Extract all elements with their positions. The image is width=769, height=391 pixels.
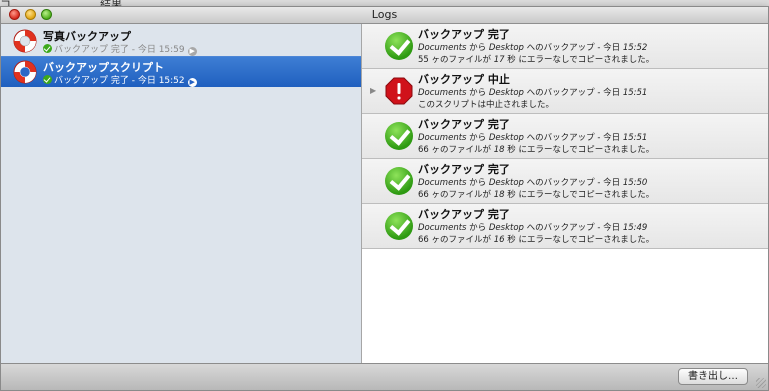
log-entry-detail: このスクリプトは中止されました。 — [418, 100, 555, 110]
log-entry-title: バックアップ 中止 — [418, 73, 510, 86]
backup-text: へのバックアップ - 今日 — [523, 43, 623, 53]
check-icon — [43, 75, 52, 84]
disclosure-triangle-icon[interactable]: ▶ — [370, 86, 376, 95]
log-entry-summary: Documents から Desktop へのバックアップ - 今日 15:52 — [418, 41, 647, 53]
detail-seconds: 17 — [493, 55, 505, 65]
log-entry[interactable]: バックアップ 完了 Documents から Desktop へのバックアップ … — [362, 159, 768, 204]
detail-seconds: 18 — [493, 145, 505, 155]
script-item-photo-backup[interactable]: 写真バックアップ バックアップ 完了 - 今日 15:59 ▶ — [1, 26, 361, 56]
log-entry-summary: Documents から Desktop へのバックアップ - 今日 15:50 — [418, 176, 647, 188]
detail-count: 66 ヶのファイルが — [418, 145, 494, 155]
log-entry-title: バックアップ 完了 — [418, 118, 510, 131]
log-entry-detail: 55 ヶのファイルが 17 秒 にエラーなしでコピーされました。 — [418, 53, 654, 65]
detail-result: 秒 にエラーなしでコピーされました。 — [504, 235, 655, 245]
script-item-backup-script[interactable]: バックアップスクリプト バックアップ 完了 - 今日 15:52 ▶ — [1, 56, 361, 87]
entry-time: 15:50 — [622, 178, 648, 188]
entry-time: 15:51 — [622, 133, 648, 143]
arrow-right-icon[interactable]: ▶ — [187, 78, 197, 87]
script-status-text: バックアップ 完了 - 今日 15:59 — [54, 45, 185, 55]
dest-folder: Desktop — [488, 43, 524, 53]
log-entry[interactable]: バックアップ 完了 Documents から Desktop へのバックアップ … — [362, 204, 768, 249]
entry-time: 15:52 — [622, 43, 648, 53]
log-entry-title: バックアップ 完了 — [418, 163, 510, 176]
from-text: から — [466, 133, 489, 143]
logs-window: Logs 写真バックアップ バックアップ 完了 - 今日 15:59 ▶ バック… — [0, 6, 769, 391]
dest-folder: Desktop — [488, 88, 524, 98]
log-entry-title: バックアップ 完了 — [418, 208, 510, 221]
source-folder: Documents — [418, 133, 467, 143]
entry-time: 15:49 — [622, 223, 648, 233]
check-icon — [385, 212, 413, 240]
log-entry-detail: 66 ヶのファイルが 18 秒 にエラーなしでコピーされました。 — [418, 188, 654, 200]
detail-result: 秒 にエラーなしでコピーされました。 — [504, 55, 655, 65]
entry-time: 15:51 — [622, 88, 648, 98]
export-button[interactable]: 書き出し… — [678, 368, 748, 385]
source-folder: Documents — [418, 88, 467, 98]
from-text: から — [466, 223, 489, 233]
dest-folder: Desktop — [488, 133, 524, 143]
script-list[interactable]: 写真バックアップ バックアップ 完了 - 今日 15:59 ▶ バックアップスクリ… — [1, 24, 362, 364]
log-entries-pane[interactable]: バックアップ 完了 Documents から Desktop へのバックアップ … — [362, 24, 768, 364]
from-text: から — [466, 88, 489, 98]
dest-folder: Desktop — [488, 223, 524, 233]
source-folder: Documents — [418, 43, 467, 53]
dest-folder: Desktop — [488, 178, 524, 188]
from-text: から — [466, 178, 489, 188]
check-icon — [385, 167, 413, 195]
backup-text: へのバックアップ - 今日 — [523, 178, 623, 188]
resize-grip-icon[interactable] — [756, 378, 766, 388]
script-status: バックアップ 完了 - 今日 15:59 ▶ — [43, 42, 197, 56]
log-entry[interactable]: ▶ バックアップ 中止 Documents から Desktop へのバックアッ… — [362, 69, 768, 114]
log-entry-title: バックアップ 完了 — [418, 28, 510, 41]
check-icon — [385, 122, 413, 150]
detail-result: 秒 にエラーなしでコピーされました。 — [504, 145, 655, 155]
log-entry[interactable]: バックアップ 完了 Documents から Desktop へのバックアップ … — [362, 24, 768, 69]
check-icon — [385, 32, 413, 60]
log-entry-summary: Documents から Desktop へのバックアップ - 今日 15:51 — [418, 131, 647, 143]
detail-count: 55 ヶのファイルが — [418, 55, 494, 65]
log-entry-summary: Documents から Desktop へのバックアップ - 今日 15:49 — [418, 221, 647, 233]
stop-icon — [385, 77, 413, 105]
log-entry[interactable]: バックアップ 完了 Documents から Desktop へのバックアップ … — [362, 114, 768, 159]
source-folder: Documents — [418, 178, 467, 188]
source-folder: Documents — [418, 223, 467, 233]
from-text: から — [466, 43, 489, 53]
detail-count: 66 ヶのファイルが — [418, 190, 494, 200]
script-status: バックアップ 完了 - 今日 15:52 ▶ — [43, 73, 197, 87]
backup-text: へのバックアップ - 今日 — [523, 223, 623, 233]
detail-seconds: 16 — [493, 235, 505, 245]
backup-text: へのバックアップ - 今日 — [523, 133, 623, 143]
bottom-bar: 書き出し… — [1, 363, 768, 390]
detail-count: 66 ヶのファイルが — [418, 235, 494, 245]
title-bar[interactable]: Logs — [1, 7, 768, 24]
script-status-text: バックアップ 完了 - 今日 15:52 — [54, 76, 185, 86]
detail-seconds: 18 — [493, 190, 505, 200]
backup-text: へのバックアップ - 今日 — [523, 88, 623, 98]
log-entry-summary: Documents から Desktop へのバックアップ - 今日 15:51 — [418, 86, 647, 98]
detail-result: 秒 にエラーなしでコピーされました。 — [504, 190, 655, 200]
lifebuoy-icon — [13, 60, 37, 84]
check-icon — [43, 44, 52, 53]
lifebuoy-icon — [13, 29, 37, 53]
arrow-right-icon[interactable]: ▶ — [187, 47, 197, 56]
window-title: Logs — [371, 8, 398, 21]
log-entry-detail: 66 ヶのファイルが 18 秒 にエラーなしでコピーされました。 — [418, 143, 654, 155]
log-entry-detail: 66 ヶのファイルが 16 秒 にエラーなしでコピーされました。 — [418, 233, 654, 245]
